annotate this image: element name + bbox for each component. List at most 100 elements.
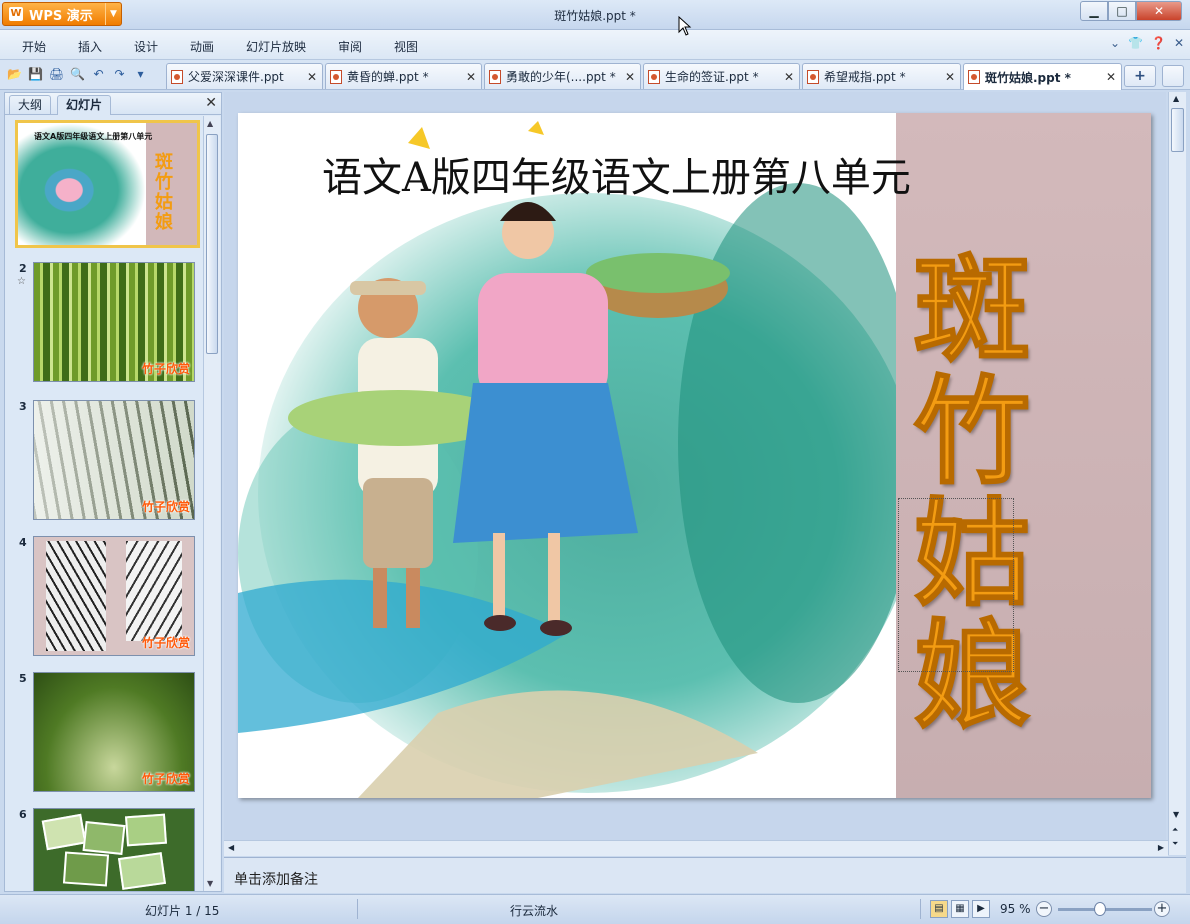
doc-tab[interactable]: 黄昏的蝉.ppt * ✕ xyxy=(325,63,482,89)
new-tab-button[interactable]: + xyxy=(1124,65,1156,87)
tab-slides[interactable]: 幻灯片 xyxy=(57,95,112,115)
thumbnail-list: 1 ☆ 语文A版四年级语文上册第八单元 斑竹姑娘 2 ☆ 竹子欣赏 3 竹子欣赏 xyxy=(5,116,201,891)
skin-shirt-icon[interactable]: 👕 xyxy=(1128,36,1143,50)
slide-number: 3 xyxy=(19,400,27,413)
close-tab-icon[interactable]: ✕ xyxy=(1105,70,1117,84)
doc-tab[interactable]: 希望戒指.ppt * ✕ xyxy=(802,63,961,89)
photo-card xyxy=(41,813,87,851)
doc-tab[interactable]: 勇敢的少年(....ppt * ✕ xyxy=(484,63,641,89)
scroll-left-icon[interactable]: ◀ xyxy=(228,843,234,852)
slide-number: 2 xyxy=(19,262,27,275)
slide-canvas[interactable]: 语文A版四年级语文上册第八单元 斑 竹 姑 娘 xyxy=(238,113,1151,798)
scroll-right-icon[interactable]: ▶ xyxy=(1158,843,1164,852)
scroll-thumb[interactable] xyxy=(1171,108,1184,152)
normal-view-button[interactable]: ▤ xyxy=(930,900,948,918)
thumb-big-text: 斑竹姑娘 xyxy=(155,152,173,233)
close-tab-icon[interactable]: ✕ xyxy=(624,70,636,84)
close-tab-icon[interactable]: ✕ xyxy=(783,70,795,84)
close-tab-icon[interactable]: ✕ xyxy=(465,70,477,84)
slide-title[interactable]: 语文A版四年级语文上册第八单元 xyxy=(322,145,1022,203)
thumbnail-image: 竹子欣赏 xyxy=(33,400,195,520)
notes-pane[interactable]: 单击添加备注 xyxy=(224,857,1186,893)
print-preview-icon[interactable]: 🔍 xyxy=(69,66,86,83)
tab-label: 斑竹姑娘.ppt * xyxy=(985,70,1071,85)
zoom-in-button[interactable]: + xyxy=(1154,901,1170,917)
ink-painting-2 xyxy=(126,541,182,641)
menu-review[interactable]: 审阅 xyxy=(338,38,362,55)
thumbnail-image xyxy=(33,808,195,891)
scroll-up-icon[interactable]: ▲ xyxy=(207,119,213,128)
thumbnail-slide-5[interactable]: 5 竹子欣赏 xyxy=(5,672,201,794)
title-bar: W WPS 演示 ▼ 斑竹姑娘.ppt * ▁ □ ✕ xyxy=(0,0,1190,30)
selection-box[interactable] xyxy=(898,498,1014,672)
zoom-level[interactable]: 95 % xyxy=(1000,902,1031,916)
help-icon[interactable]: ❓ xyxy=(1151,36,1166,50)
slideshow-button[interactable]: ▶ xyxy=(972,900,990,918)
ppt-file-icon xyxy=(489,69,501,84)
quick-access-toolbar: 📂 💾 🖨 🔍 ↶ ↷ ▾ xyxy=(6,66,149,83)
doc-tab[interactable]: 生命的签证.ppt * ✕ xyxy=(643,63,800,89)
tab-label: 父爱深深课件.ppt xyxy=(188,70,284,84)
doc-tab-active[interactable]: 斑竹姑娘.ppt * ✕ xyxy=(963,63,1122,90)
close-tab-icon[interactable]: ✕ xyxy=(306,70,318,84)
theme-name[interactable]: 行云流水 xyxy=(510,902,558,919)
thumb-caption: 竹子欣赏 xyxy=(141,500,190,514)
menu-insert[interactable]: 插入 xyxy=(78,38,102,55)
prev-slide-icon[interactable]: ⏶ xyxy=(1172,825,1178,835)
minimize-button[interactable]: ▁ xyxy=(1080,1,1108,21)
slide-counter: 幻灯片 1 / 15 xyxy=(145,904,220,918)
thumbnail-image: 竹子欣赏 xyxy=(33,536,195,656)
photo-card xyxy=(125,813,167,847)
menu-home[interactable]: 开始 xyxy=(22,38,46,55)
save-icon[interactable]: 💾 xyxy=(27,66,44,83)
open-folder-icon[interactable]: 📂 xyxy=(6,66,23,83)
slide-sorter-button[interactable]: ▦ xyxy=(951,900,969,918)
ppt-file-icon xyxy=(330,69,342,84)
menu-slideshow[interactable]: 幻灯片放映 xyxy=(246,38,306,55)
slide-editor: 语文A版四年级语文上册第八单元 斑 竹 姑 娘 xyxy=(224,92,1166,855)
zoom-slider-knob[interactable] xyxy=(1094,902,1106,916)
ppt-file-icon xyxy=(648,69,660,84)
thumb-caption: 竹子欣赏 xyxy=(141,362,190,376)
next-slide-icon[interactable]: ⏷ xyxy=(1172,839,1178,849)
close-window-button[interactable]: ✕ xyxy=(1136,1,1182,21)
title-char-1: 斑 xyxy=(913,243,1031,378)
slide-horizontal-scrollbar[interactable]: ◀ ▶ xyxy=(224,840,1168,856)
slide-vertical-scrollbar[interactable]: ▲ ▼ ⏶ ⏷ xyxy=(1168,92,1186,855)
slide-number: 4 xyxy=(19,536,27,549)
thumbnail-image: 竹子欣赏 xyxy=(33,262,195,382)
menu-design[interactable]: 设计 xyxy=(134,38,158,55)
scroll-down-icon[interactable]: ▼ xyxy=(207,879,213,888)
thumb-caption: 竹子欣赏 xyxy=(141,636,190,650)
thumbnail-slide-1[interactable]: 1 ☆ 语文A版四年级语文上册第八单元 斑竹姑娘 xyxy=(5,120,201,248)
scroll-thumb[interactable] xyxy=(206,134,218,354)
scroll-up-icon[interactable]: ▲ xyxy=(1173,94,1179,103)
thumbnail-slide-2[interactable]: 2 ☆ 竹子欣赏 xyxy=(5,262,201,384)
thumbnail-scrollbar[interactable]: ▲ ▼ xyxy=(203,116,220,891)
maximize-button[interactable]: □ xyxy=(1108,1,1136,21)
close-doc-icon[interactable]: ✕ xyxy=(1174,36,1184,50)
print-icon[interactable]: 🖨 xyxy=(48,66,65,83)
close-panel-icon[interactable]: ✕ xyxy=(205,95,217,111)
thumbnail-slide-3[interactable]: 3 竹子欣赏 xyxy=(5,400,201,522)
redo-icon[interactable]: ↷ xyxy=(111,66,128,83)
undo-icon[interactable]: ↶ xyxy=(90,66,107,83)
tab-list-button[interactable] xyxy=(1162,65,1184,87)
collapse-ribbon-icon[interactable]: ⌄ xyxy=(1110,36,1120,50)
close-tab-icon[interactable]: ✕ xyxy=(944,70,956,84)
tab-outline[interactable]: 大纲 xyxy=(9,95,52,115)
thumbnail-image: 竹子欣赏 xyxy=(33,672,195,792)
menu-right-icons: ⌄ 👕 ❓ ✕ xyxy=(1110,36,1184,50)
photo-card xyxy=(117,852,167,890)
scroll-down-icon[interactable]: ▼ xyxy=(1173,810,1179,819)
slide-number: 6 xyxy=(19,808,27,821)
notes-placeholder[interactable]: 单击添加备注 xyxy=(234,869,318,889)
menu-animation[interactable]: 动画 xyxy=(190,38,214,55)
thumbnail-slide-4[interactable]: 4 竹子欣赏 xyxy=(5,536,201,658)
doc-tab[interactable]: 父爱深深课件.ppt ✕ xyxy=(166,63,323,89)
customize-chevron-icon[interactable]: ▾ xyxy=(132,66,149,83)
slide-illustration xyxy=(238,113,896,798)
zoom-out-button[interactable]: − xyxy=(1036,901,1052,917)
thumbnail-slide-6[interactable]: 6 xyxy=(5,808,201,891)
menu-view[interactable]: 视图 xyxy=(394,38,418,55)
